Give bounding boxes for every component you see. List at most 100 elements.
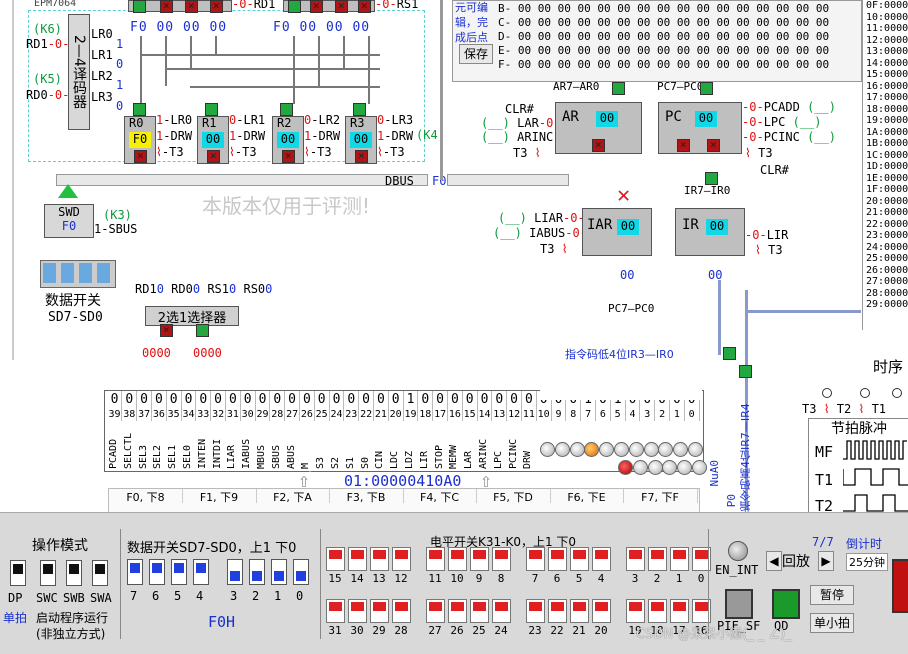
level-switch-k7[interactable] (526, 547, 545, 571)
level-switch-number: 3 (631, 572, 639, 585)
level-switch-k24[interactable] (492, 599, 511, 623)
control-bit: 0 (258, 392, 267, 407)
level-switch-k2[interactable] (648, 547, 667, 571)
level-switch-number: 23 (528, 624, 542, 637)
microcode-list-item[interactable]: 1A:0000 (863, 127, 908, 139)
level-switch-k29[interactable] (370, 599, 389, 623)
level-switch-k25[interactable] (470, 599, 489, 623)
level-switch-k27[interactable] (426, 599, 445, 623)
microcode-list-item[interactable]: 25:0000 (863, 253, 908, 265)
memory-save-button[interactable]: 保存 (459, 44, 493, 64)
microcode-list-item[interactable]: 20:0000 (863, 196, 908, 208)
mode-switch-dp[interactable] (10, 560, 26, 586)
microcode-list-item[interactable]: 21:0000 (863, 207, 908, 219)
level-switch-k20[interactable] (592, 599, 611, 623)
data-switch-0[interactable] (293, 559, 309, 585)
control-bit-number: 21 (374, 409, 387, 420)
microcode-list-item[interactable]: 1B:0000 (863, 138, 908, 150)
level-switch-k8[interactable] (492, 547, 511, 571)
red-stop-button[interactable] (892, 559, 908, 613)
microcode-list-item[interactable]: 24:0000 (863, 242, 908, 254)
single-step-button[interactable]: 单小拍 (810, 613, 854, 633)
microcode-list-item[interactable]: 11:0000 (863, 23, 908, 35)
microcode-list-item[interactable]: 17:0000 (863, 92, 908, 104)
r0-out-gate (134, 149, 147, 163)
data-switch-2[interactable] (249, 559, 265, 585)
level-switch-k17[interactable] (670, 599, 689, 623)
data-switch-5[interactable] (171, 559, 187, 585)
control-bit-number: 18 (419, 409, 432, 420)
level-switch-k26[interactable] (448, 599, 467, 623)
mode-switch-swa[interactable] (92, 560, 108, 586)
microcode-list-item[interactable]: 12:0000 (863, 35, 908, 47)
pc-name: PC (665, 109, 682, 125)
ir-title: IR7—IR0 (684, 184, 731, 197)
control-lamp (688, 442, 703, 457)
level-switch-k10[interactable] (448, 547, 467, 571)
data-switch-1[interactable] (271, 559, 287, 585)
level-switch-k31[interactable] (326, 599, 345, 623)
level-switch-k30[interactable] (348, 599, 367, 623)
control-bit-number: 2 (659, 409, 666, 420)
microcode-list-item[interactable]: 18:0000 (863, 104, 908, 116)
level-switch-k28[interactable] (392, 599, 411, 623)
microcode-list-item[interactable]: 0F:0000 (863, 0, 908, 12)
mode-switch-swc[interactable] (40, 560, 56, 586)
level-switch-k6[interactable] (548, 547, 567, 571)
microcode-list-item[interactable]: 1D:0000 (863, 161, 908, 173)
ar-t3: T3 ⌇ (513, 146, 541, 160)
microcode-list-item[interactable]: 14:0000 (863, 58, 908, 70)
top-gate-6 (310, 0, 323, 13)
microcode-list-item[interactable]: 28:0000 (863, 288, 908, 300)
control-lamp (628, 442, 644, 457)
decoder-lr1: LR1 (91, 48, 113, 62)
mode-switch-swb[interactable] (66, 560, 82, 586)
data-switch-7[interactable] (127, 559, 143, 585)
level-switch-k3[interactable] (626, 547, 645, 571)
level-switch-k15[interactable] (326, 547, 345, 571)
playback-prev-button[interactable]: ◀ (766, 551, 782, 571)
wire (165, 68, 380, 70)
data-switch-6[interactable] (149, 559, 165, 585)
playback-next-button[interactable]: ▶ (818, 551, 834, 571)
pif-sf-button[interactable] (725, 589, 753, 619)
microcode-list-item[interactable]: 27:0000 (863, 276, 908, 288)
beat-panel: 节拍脉冲 MF T1 T2 (808, 418, 908, 516)
control-bit: 0 (436, 392, 444, 407)
microcode-list-item[interactable]: 16:0000 (863, 81, 908, 93)
microcode-list-item[interactable]: 29:0000 (863, 299, 908, 311)
microcode-list-item[interactable]: 15:0000 (863, 69, 908, 81)
control-lamp (673, 442, 689, 457)
microcode-list-item[interactable]: 1E:0000 (863, 173, 908, 185)
microcode-list-item[interactable]: 26:0000 (863, 265, 908, 277)
level-switch-k11[interactable] (426, 547, 445, 571)
level-switch-k14[interactable] (348, 547, 367, 571)
level-switch-k12[interactable] (392, 547, 411, 571)
level-switch-k1[interactable] (670, 547, 689, 571)
microcode-list-item[interactable]: 19:0000 (863, 115, 908, 127)
qd-button[interactable] (772, 589, 800, 619)
level-switch-k22[interactable] (548, 599, 567, 623)
control-lamp (662, 460, 678, 475)
control-bit-number: 33 (197, 409, 210, 420)
microcode-list-item[interactable]: 10:0000 (863, 12, 908, 24)
microcode-list-item[interactable]: 1F:0000 (863, 184, 908, 196)
data-switch-3[interactable] (227, 559, 243, 585)
microcode-list-item[interactable]: 22:0000 (863, 219, 908, 231)
microcode-list-item[interactable]: 1C:0000 (863, 150, 908, 162)
level-switch-k18[interactable] (648, 599, 667, 623)
level-switch-k9[interactable] (470, 547, 489, 571)
level-switch-k19[interactable] (626, 599, 645, 623)
microcode-list[interactable]: 0F:0000 10:0000 11:0000 12:0000 13:0000 14:00… (862, 0, 908, 330)
level-switch-k5[interactable] (570, 547, 589, 571)
data-switch-4[interactable] (193, 559, 209, 585)
level-switch-k23[interactable] (526, 599, 545, 623)
level-switch-k21[interactable] (570, 599, 589, 623)
microcode-list-item[interactable]: 23:0000 (863, 230, 908, 242)
level-switch-number: 4 (597, 572, 605, 585)
pause-button[interactable]: 暂停 (810, 585, 854, 605)
level-switch-k4[interactable] (592, 547, 611, 571)
microcode-list-item[interactable]: 13:0000 (863, 46, 908, 58)
level-switch-k13[interactable] (370, 547, 389, 571)
micro-table-header: F0, 下8 (109, 489, 183, 504)
